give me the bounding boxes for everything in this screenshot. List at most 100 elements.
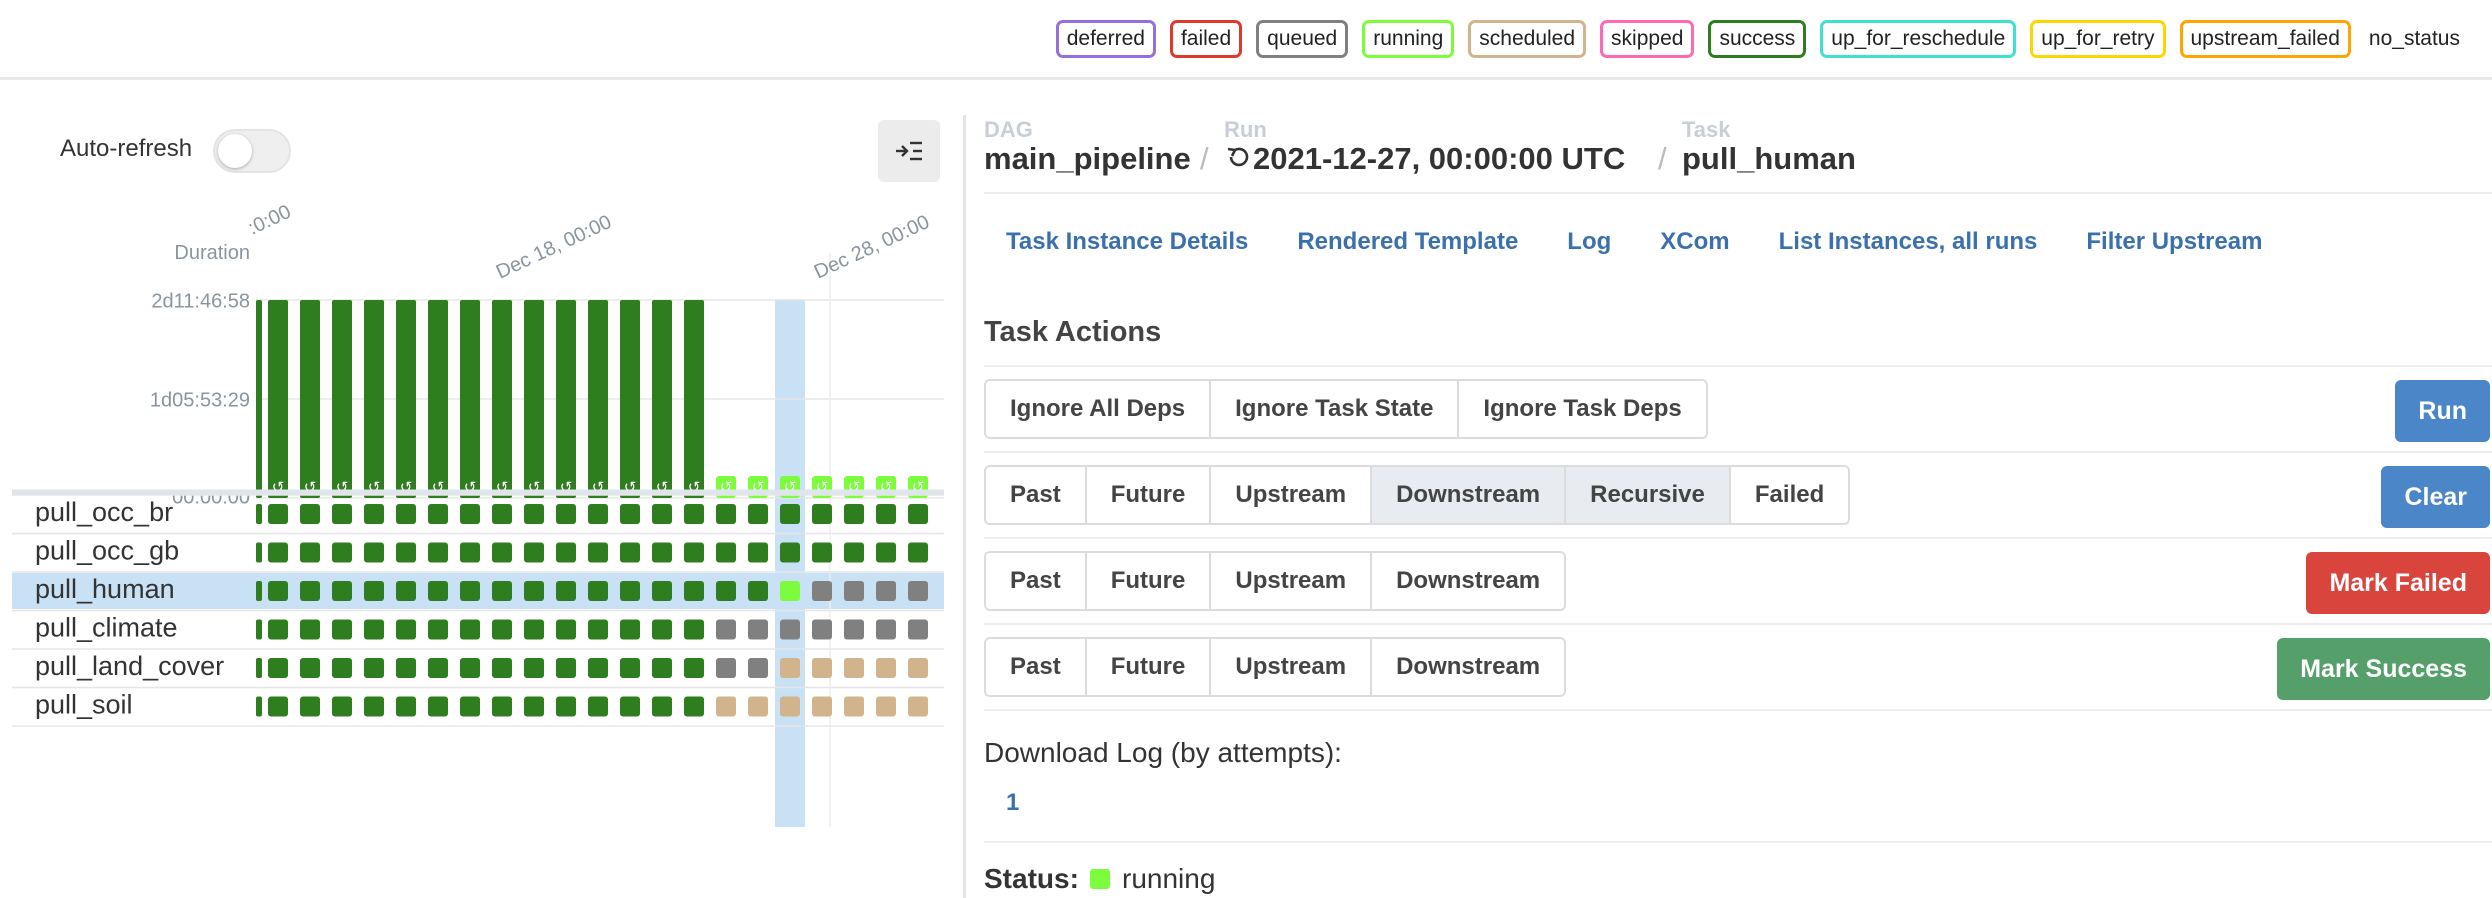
task-instance-cell[interactable] bbox=[620, 581, 640, 601]
task-instance-cell[interactable] bbox=[812, 619, 832, 640]
task-instance-cell[interactable] bbox=[300, 542, 320, 563]
run-duration-bar[interactable] bbox=[396, 300, 416, 498]
task-instance-cell[interactable] bbox=[748, 581, 768, 601]
task-instance-cell[interactable] bbox=[908, 581, 928, 601]
task-instance-cell[interactable] bbox=[556, 581, 576, 601]
task-instance-cell[interactable] bbox=[620, 504, 640, 524]
option-failed[interactable]: Failed bbox=[1730, 467, 1849, 523]
run-duration-bar[interactable] bbox=[460, 300, 480, 498]
tab-log[interactable]: Log bbox=[1567, 228, 1611, 256]
run-duration-bar[interactable] bbox=[268, 300, 288, 498]
task-instance-cell[interactable] bbox=[588, 658, 608, 678]
task-instance-cell[interactable] bbox=[364, 542, 384, 563]
task-instance-cell[interactable] bbox=[620, 696, 640, 717]
option-downstream[interactable]: Downstream bbox=[1372, 467, 1567, 523]
task-instance-cell[interactable] bbox=[268, 658, 288, 678]
task-instance-cell[interactable] bbox=[268, 619, 288, 640]
clear-button[interactable]: Clear bbox=[2381, 466, 2490, 528]
task-instance-cell[interactable] bbox=[556, 619, 576, 640]
task-instance-cell[interactable] bbox=[588, 619, 608, 640]
task-instance-cell[interactable] bbox=[524, 658, 544, 678]
task-instance-cell[interactable] bbox=[396, 696, 416, 717]
task-instance-cell[interactable] bbox=[716, 581, 736, 601]
task-instance-cell[interactable] bbox=[300, 619, 320, 640]
task-instance-cell[interactable] bbox=[428, 504, 448, 524]
task-instance-cell[interactable] bbox=[844, 619, 864, 640]
task-instance-cell[interactable] bbox=[396, 581, 416, 601]
task-instance-cell[interactable] bbox=[812, 581, 832, 601]
task-instance-cell[interactable] bbox=[460, 619, 480, 640]
task-instance-cell[interactable] bbox=[428, 581, 448, 601]
task-instance-cell[interactable] bbox=[748, 696, 768, 717]
option-upstream[interactable]: Upstream bbox=[1211, 467, 1373, 523]
task-instance-cell[interactable] bbox=[524, 619, 544, 640]
task-instance-cell[interactable] bbox=[684, 658, 704, 678]
option-ignore-task-deps[interactable]: Ignore Task Deps bbox=[1459, 381, 1706, 437]
task-instance-cell[interactable] bbox=[460, 581, 480, 601]
task-instance-cell[interactable] bbox=[492, 619, 512, 640]
option-recursive[interactable]: Recursive bbox=[1566, 467, 1731, 523]
run-duration-bar[interactable] bbox=[652, 300, 672, 498]
task-instance-cell[interactable] bbox=[332, 619, 352, 640]
task-instance-cell[interactable] bbox=[716, 542, 736, 563]
tab-xcom[interactable]: XCom bbox=[1660, 228, 1729, 256]
task-instance-cell[interactable] bbox=[364, 619, 384, 640]
task-instance-cell[interactable] bbox=[620, 542, 640, 563]
task-instance-cell[interactable] bbox=[748, 542, 768, 563]
task-instance-cell[interactable] bbox=[524, 581, 544, 601]
task-instance-cell[interactable] bbox=[684, 619, 704, 640]
option-past[interactable]: Past bbox=[986, 467, 1087, 523]
task-instance-cell[interactable] bbox=[748, 658, 768, 678]
mark-success-button[interactable]: Mark Success bbox=[2277, 638, 2490, 700]
task-instance-cell[interactable] bbox=[556, 696, 576, 717]
task-instance-cell[interactable] bbox=[524, 696, 544, 717]
task-instance-cell[interactable] bbox=[652, 658, 672, 678]
task-instance-cell[interactable] bbox=[652, 581, 672, 601]
task-name[interactable]: pull_occ_br bbox=[35, 497, 173, 527]
task-instance-cell[interactable] bbox=[396, 619, 416, 640]
task-instance-cell[interactable] bbox=[844, 542, 864, 563]
option-past[interactable]: Past bbox=[986, 553, 1087, 609]
task-instance-cell[interactable] bbox=[876, 696, 896, 717]
task-instance-cell[interactable] bbox=[684, 504, 704, 524]
run-duration-bar[interactable] bbox=[332, 300, 352, 498]
task-instance-cell[interactable] bbox=[460, 658, 480, 678]
task-instance-cell[interactable] bbox=[716, 658, 736, 678]
task-instance-cell[interactable] bbox=[748, 504, 768, 524]
task-instance-cell[interactable] bbox=[780, 504, 800, 524]
run-duration-bar[interactable] bbox=[428, 300, 448, 498]
task-instance-cell[interactable] bbox=[268, 581, 288, 601]
task-instance-cell[interactable] bbox=[780, 542, 800, 563]
task-name[interactable]: pull_climate bbox=[35, 613, 178, 643]
task-instance-cell[interactable] bbox=[588, 504, 608, 524]
task-instance-cell[interactable] bbox=[812, 542, 832, 563]
task-instance-cell[interactable] bbox=[716, 619, 736, 640]
task-instance-cell[interactable] bbox=[364, 658, 384, 678]
task-instance-cell[interactable] bbox=[908, 542, 928, 563]
task-instance-cell[interactable] bbox=[268, 696, 288, 717]
task-instance-cell[interactable] bbox=[396, 658, 416, 678]
task-instance-cell[interactable] bbox=[396, 504, 416, 524]
task-instance-cell[interactable] bbox=[492, 542, 512, 563]
task-instance-cell[interactable] bbox=[364, 581, 384, 601]
log-attempt-link[interactable]: 1 bbox=[1006, 789, 1019, 817]
task-instance-cell[interactable] bbox=[780, 696, 800, 717]
task-instance-cell[interactable] bbox=[684, 581, 704, 601]
task-instance-cell[interactable] bbox=[428, 619, 448, 640]
task-name[interactable]: pull_human bbox=[35, 574, 175, 604]
task-instance-cell[interactable] bbox=[652, 542, 672, 563]
task-instance-cell[interactable] bbox=[876, 542, 896, 563]
task-instance-cell[interactable] bbox=[780, 581, 800, 601]
task-instance-cell[interactable] bbox=[332, 542, 352, 563]
run-duration-bar[interactable] bbox=[588, 300, 608, 498]
task-instance-cell[interactable] bbox=[844, 581, 864, 601]
task-instance-cell[interactable] bbox=[300, 658, 320, 678]
task-instance-cell[interactable] bbox=[556, 542, 576, 563]
task-instance-cell[interactable] bbox=[652, 619, 672, 640]
option-upstream[interactable]: Upstream bbox=[1211, 639, 1373, 695]
option-downstream[interactable]: Downstream bbox=[1372, 553, 1565, 609]
run-duration-bar[interactable] bbox=[684, 300, 704, 498]
task-instance-cell[interactable] bbox=[716, 504, 736, 524]
task-instance-cell[interactable] bbox=[492, 581, 512, 601]
task-instance-cell[interactable] bbox=[876, 658, 896, 678]
